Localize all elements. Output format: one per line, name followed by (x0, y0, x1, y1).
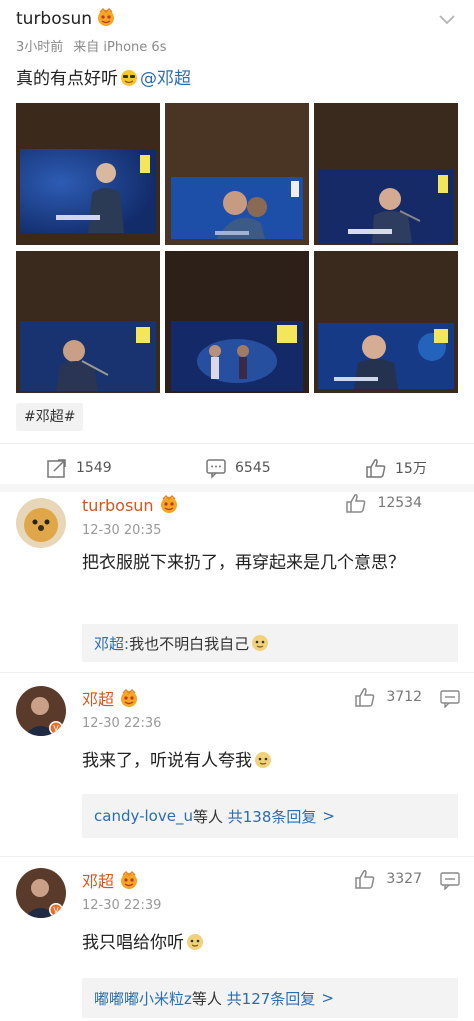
comment-like-count: 12534 (377, 495, 422, 511)
commenter-name[interactable]: 邓超 (82, 686, 140, 710)
vip-crown-icon (160, 495, 177, 513)
post-text: 真的有点好听 @邓超 (16, 64, 191, 89)
vip-crown-icon (121, 871, 138, 889)
doge-emoji-icon (255, 752, 271, 768)
doge-emoji-icon (187, 934, 203, 950)
action-bar: 1549 6545 15万 (0, 450, 474, 486)
photo-4[interactable] (16, 251, 160, 393)
photo-1[interactable] (16, 103, 160, 245)
comment-count: 6545 (235, 460, 271, 476)
photo-4-image (16, 251, 160, 393)
repost-count: 1549 (76, 460, 112, 476)
hashtag-topic[interactable]: #邓超# (16, 403, 84, 431)
like-count: 15万 (395, 461, 427, 477)
chevron-down-icon[interactable] (438, 14, 456, 26)
section-divider (0, 484, 474, 492)
comment-text: 我来了，听说有人夸我 (82, 746, 452, 776)
comment-text-content: 我只唱给你听 (82, 933, 184, 953)
comment-like-count: 3327 (386, 871, 422, 887)
photo-5[interactable] (165, 251, 309, 393)
repost-icon (47, 459, 66, 478)
chevron-right-icon: > (321, 989, 334, 1007)
comment-text: 把衣服脱下来扔了，再穿起来是几个意思？ (82, 553, 405, 573)
mention-link[interactable]: @邓超 (140, 69, 191, 89)
photo-6-image (314, 251, 458, 393)
photo-2-image (165, 103, 309, 245)
commenter-name[interactable]: turbosun (82, 495, 180, 515)
photo-6[interactable] (314, 251, 458, 393)
post-meta: 3小时前 来自 iPhone 6s (16, 36, 166, 55)
avatar[interactable]: V (16, 686, 66, 736)
reply-summary[interactable]: candy-love_u 等人 共138条回复 > (82, 794, 458, 838)
vip-crown-icon (98, 8, 115, 26)
avatar-person-image: V (16, 686, 66, 736)
thumbs-up-icon (355, 688, 375, 707)
comment-time: 12-30 20:35 (82, 523, 162, 538)
comment-item: V 邓超 12-30 22:39 3327 我只唱给你听 嘟嘟嘟小米粒z 等人 共… (0, 866, 474, 1021)
reply-author[interactable]: 邓超: (94, 633, 129, 654)
reply-summary[interactable]: 嘟嘟嘟小米粒z 等人 共127条回复 > (82, 978, 458, 1018)
comment-text-content: 我来了，听说有人夸我 (82, 751, 252, 771)
comment-like-button[interactable]: 12534 (345, 492, 422, 514)
photo-3-image (314, 103, 458, 245)
commenter-name-text[interactable]: turbosun (82, 496, 154, 515)
comment-time: 12-30 22:39 (82, 898, 162, 913)
commenter-name-text[interactable]: 邓超 (82, 872, 114, 891)
commenter-name-text[interactable]: 邓超 (82, 690, 114, 709)
post-header: turbosun 3小时前 来自 iPhone 6s (16, 4, 458, 60)
comment-like-button[interactable]: 3327 (354, 868, 422, 890)
thumbs-up-icon (366, 459, 386, 478)
comment-like-button[interactable]: 3712 (354, 686, 422, 708)
comment-icon (206, 459, 226, 479)
comment-like-count: 3712 (386, 689, 422, 705)
comment-item: V 邓超 12-30 22:36 3712 我来了，听说有人夸我 candy-l… (0, 684, 474, 856)
thumbs-up-icon (346, 494, 366, 513)
svg-text:V: V (53, 724, 59, 733)
thumbs-up-icon (355, 870, 375, 889)
comment-item: turbosun 12-30 20:35 12534 把衣服脱下来扔了，再穿起来… (0, 492, 474, 672)
comment-time: 12-30 22:36 (82, 716, 162, 731)
vip-crown-icon (121, 689, 138, 707)
reply-icon[interactable] (440, 690, 460, 708)
photo-grid (16, 103, 458, 393)
photo-2[interactable] (165, 103, 309, 245)
post-author-name[interactable]: turbosun (16, 9, 92, 29)
photo-5-image (165, 251, 309, 393)
reply-count-link[interactable]: 共138条回复 (228, 806, 317, 827)
repost-button[interactable]: 1549 (46, 450, 112, 486)
reply-user-link[interactable]: candy-love_u (94, 807, 193, 825)
reply-count-link[interactable]: 共127条回复 (227, 988, 316, 1009)
post-source: 来自 iPhone 6s (73, 40, 167, 55)
reply-user-link[interactable]: 嘟嘟嘟小米粒z (94, 988, 192, 1009)
svg-text:V: V (53, 906, 59, 915)
chevron-right-icon: > (322, 807, 335, 825)
reply-suffix: 等人 (191, 989, 222, 1008)
reply-text: 我也不明白我自己 (129, 634, 250, 653)
comment-button[interactable]: 6545 (205, 450, 271, 486)
divider (0, 443, 474, 444)
avatar-dog-image (16, 498, 66, 548)
avatar[interactable] (16, 498, 66, 548)
like-button[interactable]: 15万 (365, 450, 427, 486)
doge-emoji-icon (252, 635, 269, 651)
reply-icon[interactable] (440, 872, 460, 890)
commenter-name[interactable]: 邓超 (82, 868, 140, 892)
sunglasses-emoji-icon (121, 70, 137, 86)
comment-separator (0, 672, 474, 673)
reply-preview[interactable]: 邓超: 我也不明白我自己 (82, 624, 458, 662)
avatar[interactable]: V (16, 868, 66, 918)
post-author[interactable]: turbosun (16, 8, 116, 29)
post-text-main: 真的有点好听 (16, 69, 118, 89)
photo-3[interactable] (314, 103, 458, 245)
photo-1-image (16, 103, 160, 245)
comment-separator (0, 856, 474, 857)
post-time: 3小时前 (16, 40, 64, 55)
reply-suffix: 等人 (192, 807, 223, 826)
avatar-person-image: V (16, 868, 66, 918)
comment-text: 我只唱给你听 (82, 928, 452, 958)
